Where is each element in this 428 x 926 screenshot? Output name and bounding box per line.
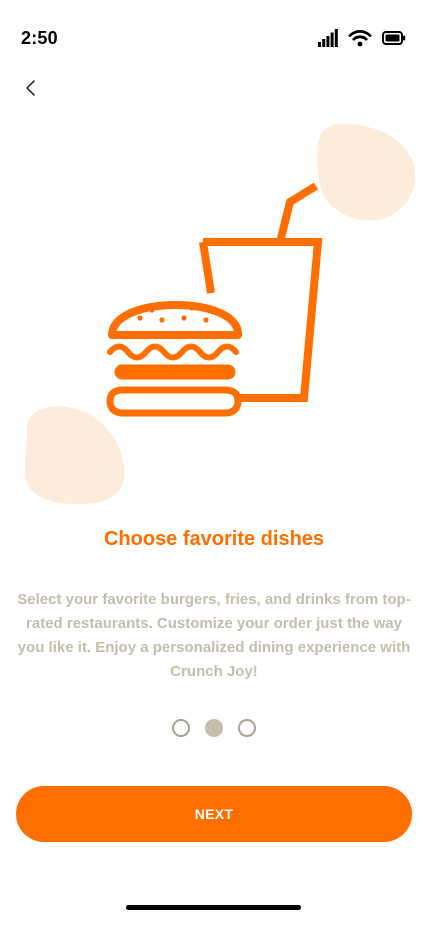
cellular-signal-icon [318, 29, 338, 47]
wifi-icon [348, 29, 372, 47]
chevron-left-icon [26, 80, 35, 96]
decorative-blob-top [317, 123, 416, 221]
status-time: 2:50 [21, 28, 58, 48]
page-indicator [0, 718, 428, 738]
next-button[interactable]: NEXT [16, 786, 412, 842]
straw [276, 182, 319, 243]
burger-bun-top [108, 301, 243, 339]
home-indicator[interactable] [126, 905, 301, 910]
burger-and-drink-icon [106, 182, 323, 417]
cup-left-side [199, 241, 215, 294]
back-button[interactable] [14, 74, 46, 102]
status-icons [318, 29, 406, 47]
page-description: Select your favorite burgers, fries, and… [17, 591, 411, 680]
page-dot-3[interactable] [238, 719, 256, 737]
status-bar: 2:50 [0, 0, 428, 76]
burger-lettuce [107, 343, 239, 361]
page-dot-2-active[interactable] [205, 719, 223, 737]
battery-icon [382, 31, 406, 45]
page-dot-1[interactable] [172, 719, 190, 737]
burger-and-drink-illustration [24, 123, 416, 505]
burger-bun-bottom [106, 386, 242, 417]
page-title: Choose favorite dishes [103, 528, 325, 550]
decorative-blob-bottom [24, 406, 125, 505]
